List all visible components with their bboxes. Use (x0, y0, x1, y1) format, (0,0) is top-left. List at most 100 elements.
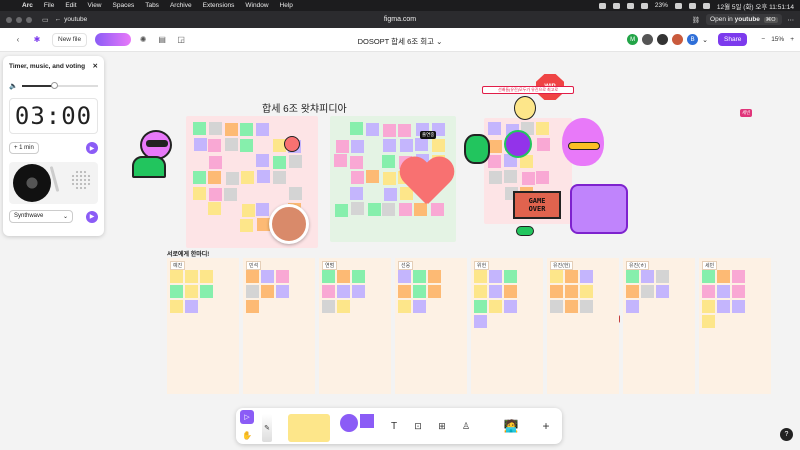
sticky-note[interactable] (536, 170, 550, 184)
sticky-note[interactable] (580, 270, 593, 283)
marker-tool-icon[interactable]: ✎ (262, 414, 272, 442)
sticky-note[interactable] (398, 123, 412, 137)
add-more-icon[interactable]: + (538, 418, 554, 434)
widgets-icon[interactable]: 🧑‍💻 (488, 412, 534, 440)
shape-tool-square-icon[interactable] (360, 414, 374, 428)
sticky-note[interactable] (193, 186, 207, 200)
minimize-window-button[interactable] (16, 16, 22, 23)
sticky-note[interactable] (337, 285, 350, 298)
sticky-note[interactable] (192, 170, 206, 184)
sticky-note[interactable] (208, 138, 222, 152)
sticky-note[interactable] (276, 270, 289, 283)
sticky-note[interactable] (536, 122, 550, 136)
sticky-note[interactable] (352, 270, 365, 283)
retro-column[interactable]: 예진 (167, 258, 239, 394)
stamp-tool-icon[interactable]: ♙ (458, 418, 474, 434)
sticky-note[interactable] (289, 187, 303, 201)
sticky-note[interactable] (185, 285, 198, 298)
panel-icon[interactable]: ▤ (155, 33, 169, 47)
sticky-note[interactable] (352, 285, 365, 298)
shape-tool-icon[interactable] (340, 414, 358, 432)
sticky-note[interactable] (398, 300, 411, 313)
sticky-note[interactable] (550, 300, 563, 313)
sticky-note[interactable] (170, 300, 183, 313)
sticky-note[interactable] (246, 270, 259, 283)
menu-view[interactable]: View (88, 2, 102, 9)
sticky-note[interactable] (185, 300, 198, 313)
timer-play-button[interactable]: ▶ (86, 142, 98, 154)
avatar[interactable]: B (687, 34, 699, 45)
sidebar-toggle-icon[interactable]: ▭ (42, 16, 49, 24)
sticky-note[interactable] (261, 270, 274, 283)
stickers-button[interactable] (95, 33, 132, 46)
avatar[interactable] (672, 34, 684, 45)
sticky-note[interactable] (580, 300, 593, 313)
sticky-note[interactable] (489, 300, 502, 313)
back-chevron-icon[interactable]: ‹ (11, 33, 25, 47)
link-icon[interactable]: ⛓ (692, 16, 700, 24)
sticky-note[interactable] (337, 270, 350, 283)
sticky-note[interactable] (200, 270, 213, 283)
apple-icon[interactable] (6, 2, 14, 10)
sticky-note[interactable] (641, 270, 654, 283)
help-button[interactable]: ? (780, 428, 793, 441)
sticky-note[interactable] (504, 170, 518, 183)
menu-app[interactable]: Arc (22, 2, 33, 9)
sticky-note[interactable] (335, 203, 349, 217)
sticky-note[interactable] (717, 285, 730, 298)
green-body-sticker[interactable] (132, 156, 166, 178)
sticky-note[interactable] (240, 139, 254, 153)
battery-icon[interactable] (674, 2, 682, 9)
sticky-note[interactable] (488, 171, 502, 185)
sticky-note[interactable] (193, 138, 207, 152)
retro-column[interactable]: 유진(ㅎ) (623, 258, 695, 394)
sticky-note[interactable] (474, 285, 487, 298)
chevron-down-icon[interactable]: ⌄ (702, 36, 708, 44)
girl-sticker[interactable] (514, 96, 536, 120)
sticky-note[interactable] (170, 270, 183, 283)
sticky-note[interactable] (415, 138, 429, 152)
sticky-note[interactable] (565, 285, 578, 298)
volume-slider-handle[interactable] (50, 82, 58, 89)
table-tool-icon[interactable]: ⊞ (434, 418, 450, 434)
sticky-note-tool-icon[interactable] (288, 414, 330, 442)
sticky-note[interactable] (717, 300, 730, 313)
retro-column[interactable]: 연범 (319, 258, 391, 394)
zoom-window-button[interactable] (26, 16, 32, 23)
sticky-note[interactable] (256, 170, 270, 184)
frog-sticker[interactable] (464, 134, 490, 164)
sticky-note[interactable] (322, 285, 335, 298)
zoom-level[interactable]: 15% (771, 36, 784, 43)
purple-orb-sticker[interactable] (504, 130, 532, 158)
sticky-note[interactable] (366, 123, 380, 137)
sticky-note[interactable] (489, 285, 502, 298)
sticky-note[interactable] (488, 122, 502, 136)
share-button[interactable]: Share (718, 33, 748, 46)
sticky-note[interactable] (351, 139, 365, 153)
retro-column[interactable]: 민석 (243, 258, 315, 394)
sticky-note[interactable] (565, 300, 578, 313)
sticky-note[interactable] (366, 170, 380, 184)
sticky-note[interactable] (224, 187, 238, 201)
avatar[interactable] (642, 34, 654, 45)
sticky-note[interactable] (550, 285, 563, 298)
retro-column[interactable]: 세빈 (699, 258, 771, 394)
sticky-note[interactable] (382, 155, 396, 169)
close-icon[interactable]: ✕ (93, 62, 98, 70)
sticky-note[interactable] (350, 170, 364, 184)
sticky-note[interactable] (240, 218, 254, 232)
sticky-note[interactable] (626, 300, 639, 313)
status-icon[interactable] (598, 2, 606, 9)
retro-column[interactable]: 선웅 (395, 258, 467, 394)
sticky-note[interactable] (413, 270, 426, 283)
avatar[interactable] (657, 34, 669, 45)
menu-archive[interactable]: Archive (170, 2, 192, 9)
sticky-note[interactable] (474, 270, 487, 283)
sticky-note[interactable] (702, 270, 715, 283)
sticky-note[interactable] (224, 138, 238, 152)
sticky-note[interactable] (656, 285, 669, 298)
sticky-note[interactable] (273, 155, 287, 169)
sticky-note[interactable] (337, 300, 350, 313)
sticky-note[interactable] (276, 285, 289, 298)
sticky-note[interactable] (732, 300, 745, 313)
